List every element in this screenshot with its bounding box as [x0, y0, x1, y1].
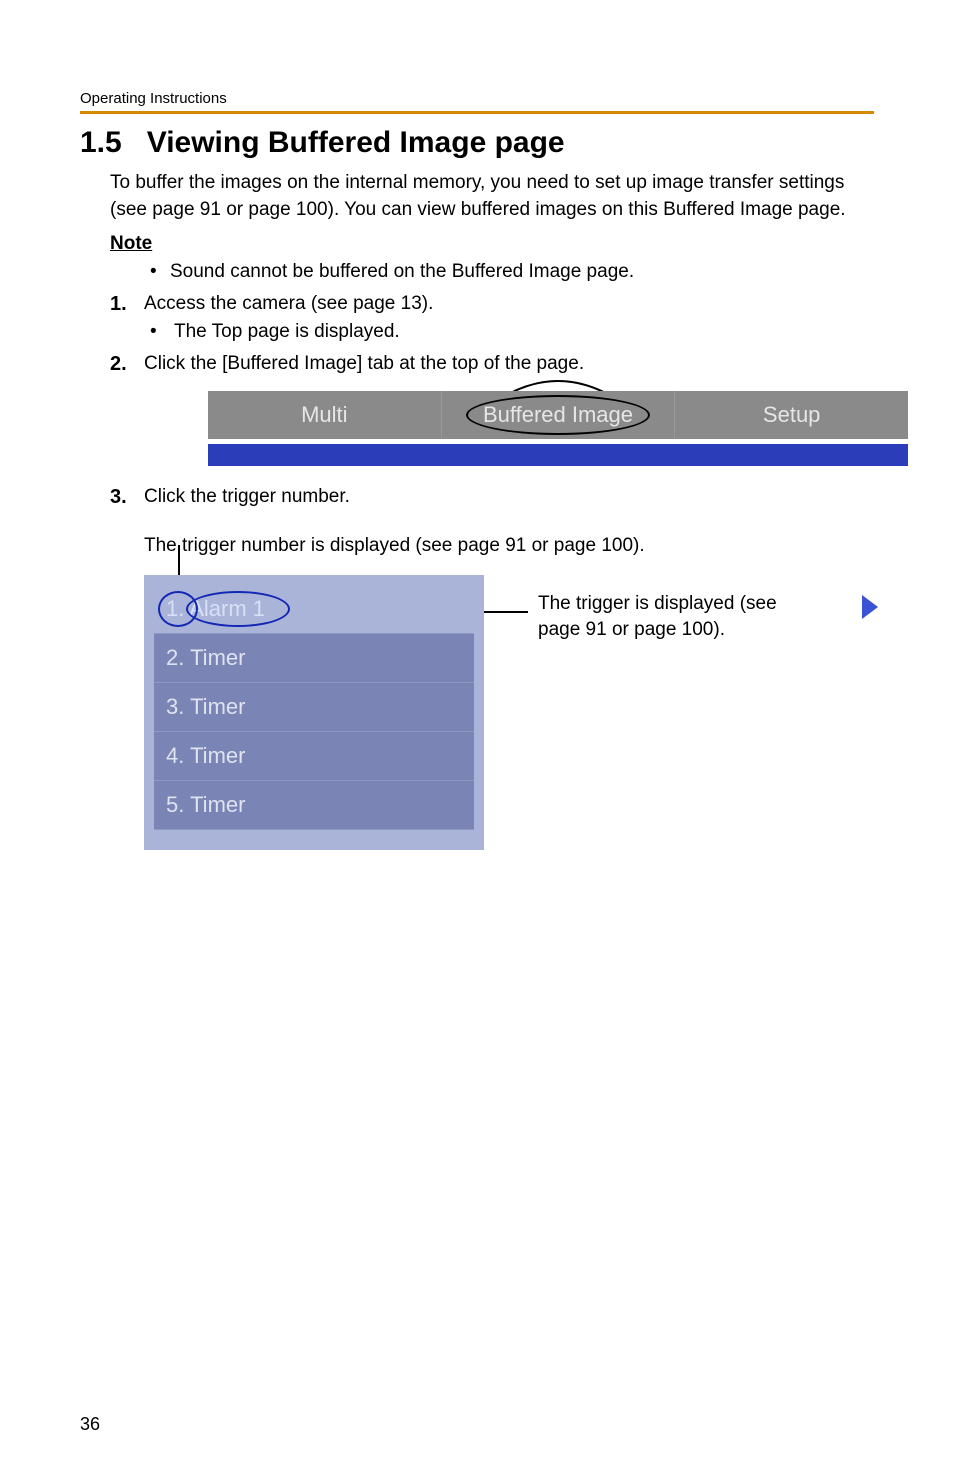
- trigger-panel: 1. Alarm 1 2. Timer 3. Timer 4. Timer 5.…: [144, 575, 484, 850]
- bullet-icon: •: [150, 321, 174, 343]
- bullet-icon: •: [150, 261, 170, 283]
- step-1-subtext: The Top page is displayed.: [174, 321, 400, 343]
- step-1-number: 1.: [110, 293, 144, 316]
- step-2-text: Click the [Buffered Image] tab at the to…: [144, 353, 584, 374]
- section-number: 1.5: [80, 126, 122, 159]
- tabs-screenshot: Multi Buffered Image Setup: [208, 391, 908, 466]
- trigger-item-5[interactable]: 5. Timer: [154, 781, 474, 830]
- trigger-callout-text: The trigger is displayed (see page 91 or…: [538, 591, 798, 642]
- trigger-item-2-label: 2. Timer: [166, 645, 245, 671]
- header-rule: [80, 111, 874, 114]
- running-header: Operating Instructions: [80, 90, 874, 107]
- trigger-item-2[interactable]: 2. Timer: [154, 634, 474, 683]
- step-2: 2. Click the [Buffered Image] tab at the…: [110, 353, 874, 476]
- tab-multi-label: Multi: [301, 402, 347, 428]
- section-heading: 1.5 Viewing Buffered Image page: [80, 126, 874, 160]
- note-heading: Note: [110, 233, 874, 255]
- step-1-text: Access the camera (see page 13).: [144, 293, 433, 314]
- step-3-number: 3.: [110, 486, 144, 509]
- section-title-text: Viewing Buffered Image page: [147, 126, 565, 159]
- trigger-item-1[interactable]: 1. Alarm 1: [154, 585, 474, 634]
- tab-buffered-image[interactable]: Buffered Image: [442, 391, 676, 439]
- trigger-item-3-label: 3. Timer: [166, 694, 245, 720]
- tab-multi[interactable]: Multi: [208, 391, 442, 439]
- trigger-item-4[interactable]: 4. Timer: [154, 732, 474, 781]
- trigger-item-4-label: 4. Timer: [166, 743, 245, 769]
- intro-paragraph: To buffer the images on the internal mem…: [110, 170, 874, 223]
- tab-setup[interactable]: Setup: [675, 391, 908, 439]
- step-1-subrow: • The Top page is displayed.: [150, 321, 874, 343]
- page-number: 36: [80, 1414, 100, 1435]
- play-arrow-icon: [862, 595, 878, 619]
- trigger-list-figure: The trigger is displayed (see page 91 or…: [144, 575, 844, 850]
- step-3-followup: The trigger number is displayed (see pag…: [144, 535, 874, 557]
- circle-annotation-icon: [466, 395, 650, 435]
- tab-active-bar: [208, 443, 908, 466]
- note-bullet-text: Sound cannot be buffered on the Buffered…: [170, 261, 634, 283]
- trigger-item-5-label: 5. Timer: [166, 792, 245, 818]
- step-3: 3. Click the trigger number.: [110, 486, 874, 509]
- note-bullet-row: • Sound cannot be buffered on the Buffer…: [150, 261, 874, 283]
- step-2-number: 2.: [110, 353, 144, 376]
- tab-setup-label: Setup: [763, 402, 821, 428]
- circle-annotation-icon: [186, 591, 290, 627]
- step-3-text: Click the trigger number.: [144, 486, 350, 507]
- trigger-item-3[interactable]: 3. Timer: [154, 683, 474, 732]
- step-1: 1. Access the camera (see page 13). • Th…: [110, 293, 874, 343]
